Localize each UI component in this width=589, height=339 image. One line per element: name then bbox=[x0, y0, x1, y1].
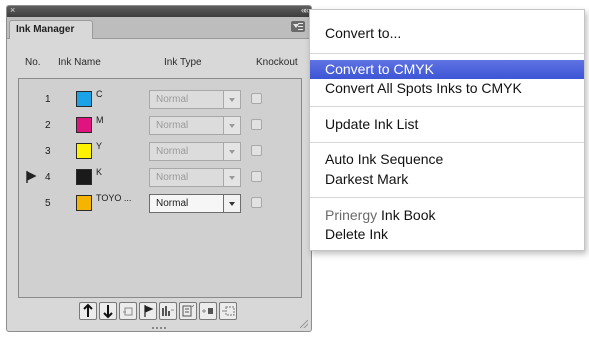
ink-row-1[interactable]: 1 C Normal bbox=[19, 89, 301, 113]
knockout-checkbox[interactable] bbox=[251, 93, 262, 104]
chevron-down-icon[interactable] bbox=[223, 91, 240, 108]
ink-type-select[interactable]: Normal bbox=[149, 90, 241, 109]
ink-type-value: Normal bbox=[156, 94, 189, 105]
menu-item-convert-all-spots[interactable]: Convert All Spots Inks to CMYK bbox=[310, 79, 584, 98]
menu-item-prinergy-ink-book[interactable]: Prinergy Ink Book bbox=[310, 206, 584, 225]
neutral-density-icon[interactable] bbox=[159, 302, 177, 320]
knockout-checkbox[interactable] bbox=[251, 145, 262, 156]
ink-swatch bbox=[76, 117, 92, 133]
panel-titlebar: × «« bbox=[7, 5, 311, 17]
ink-name: Y bbox=[96, 141, 103, 151]
menu-item-darkest-mark[interactable]: Darkest Mark bbox=[310, 170, 584, 189]
menu-separator bbox=[310, 106, 584, 107]
move-up-icon[interactable] bbox=[79, 302, 97, 320]
ink-number: 3 bbox=[45, 146, 51, 157]
ink-row-5[interactable]: 5 TOYO ... Normal bbox=[19, 193, 301, 217]
chevron-down-icon[interactable] bbox=[223, 117, 240, 134]
panel-menu-icon[interactable] bbox=[291, 21, 305, 32]
ink-type-select[interactable]: Normal bbox=[149, 168, 241, 187]
new-ink-icon[interactable] bbox=[219, 302, 237, 320]
ink-number: 4 bbox=[45, 172, 51, 183]
menu-item-update-ink-list[interactable]: Update Ink List bbox=[310, 115, 584, 134]
menu-item-label-prefix: Prinergy bbox=[325, 207, 378, 223]
ink-type-select[interactable]: Normal bbox=[149, 194, 241, 213]
add-ink-icon[interactable] bbox=[199, 302, 217, 320]
menu-separator bbox=[310, 142, 584, 143]
panel-bottom-grip[interactable] bbox=[152, 327, 168, 329]
ink-row-4[interactable]: 4 K Normal bbox=[19, 167, 301, 191]
column-header-ink-name: Ink Name bbox=[58, 57, 101, 68]
ink-manager-panel: × «« Ink Manager No. Ink Name Ink Type K… bbox=[6, 5, 312, 332]
column-header-no: No. bbox=[25, 57, 41, 68]
ink-type-select[interactable]: Normal bbox=[149, 142, 241, 161]
menu-item-label-suffix: Ink Book bbox=[377, 207, 436, 223]
sort-icon[interactable] bbox=[179, 302, 197, 320]
collapse-icon[interactable]: «« bbox=[301, 5, 309, 16]
chevron-down-icon[interactable] bbox=[223, 169, 240, 186]
ink-row-3[interactable]: 3 Y Normal bbox=[19, 141, 301, 165]
ink-number: 5 bbox=[45, 198, 51, 209]
ink-list: 1 C Normal 2 M Normal 3 Y Normal 4 K Nor… bbox=[18, 78, 302, 298]
tab-ink-manager[interactable]: Ink Manager bbox=[9, 20, 93, 39]
knockout-checkbox[interactable] bbox=[251, 119, 262, 130]
ink-name: M bbox=[96, 115, 104, 125]
ink-name: C bbox=[96, 89, 103, 99]
chevron-down-icon[interactable] bbox=[223, 195, 240, 212]
menu-separator bbox=[310, 197, 584, 198]
column-header-knockout: Knockout bbox=[256, 57, 298, 68]
ink-type-value: Normal bbox=[156, 120, 189, 131]
alias-ink-icon[interactable] bbox=[119, 302, 137, 320]
ink-swatch bbox=[76, 195, 92, 211]
panel-tab-row: Ink Manager bbox=[7, 17, 311, 39]
chevron-down-icon[interactable] bbox=[223, 143, 240, 160]
column-header-ink-type: Ink Type bbox=[164, 57, 202, 68]
ink-name: K bbox=[96, 167, 103, 177]
ink-type-value: Normal bbox=[156, 146, 189, 157]
ink-number: 2 bbox=[45, 120, 51, 131]
knockout-checkbox[interactable] bbox=[251, 171, 262, 182]
ink-type-value: Normal bbox=[156, 198, 189, 209]
menu-item-auto-ink-sequence[interactable]: Auto Ink Sequence bbox=[310, 150, 584, 169]
menu-item-delete-ink[interactable]: Delete Ink bbox=[310, 225, 584, 244]
ink-swatch bbox=[76, 143, 92, 159]
resize-grip-icon[interactable] bbox=[300, 320, 308, 328]
move-down-icon[interactable] bbox=[99, 302, 117, 320]
menu-separator bbox=[310, 53, 584, 54]
set-order-icon[interactable] bbox=[139, 302, 157, 320]
knockout-checkbox[interactable] bbox=[251, 197, 262, 208]
ink-row-2[interactable]: 2 M Normal bbox=[19, 115, 301, 139]
ink-type-select[interactable]: Normal bbox=[149, 116, 241, 135]
panel-flyout-menu: Convert to... Convert to CMYK Convert Al… bbox=[309, 9, 585, 251]
ink-swatch bbox=[76, 91, 92, 107]
ink-swatch bbox=[76, 169, 92, 185]
ink-type-value: Normal bbox=[156, 172, 189, 183]
ink-sequence-marker-icon bbox=[26, 170, 37, 183]
ink-number: 1 bbox=[45, 94, 51, 105]
close-icon[interactable]: × bbox=[10, 5, 15, 16]
ink-name: TOYO ... bbox=[96, 193, 132, 203]
menu-item-convert-to-cmyk[interactable]: Convert to CMYK bbox=[310, 60, 584, 79]
menu-item-convert-to[interactable]: Convert to... bbox=[310, 24, 584, 43]
